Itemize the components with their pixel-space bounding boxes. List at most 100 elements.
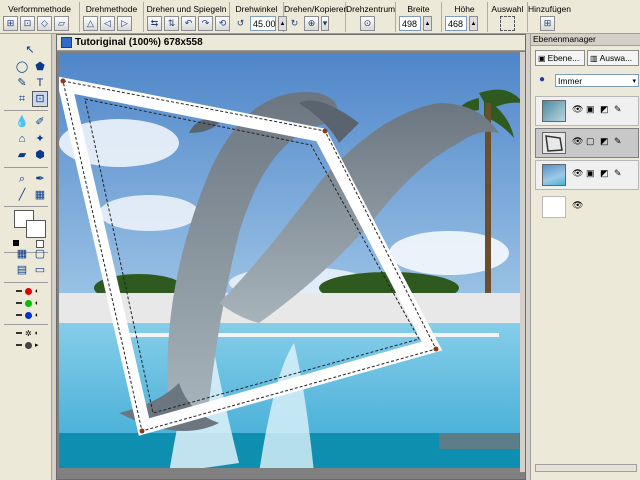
channel-blue-row[interactable]: ◐	[16, 310, 46, 320]
stamp-tool-icon[interactable]: ⌂	[14, 131, 30, 147]
selection-icon[interactable]	[500, 16, 515, 31]
visibility-eye-icon[interactable]: 👁	[572, 105, 583, 114]
tools-divider	[4, 206, 48, 207]
lasso-tool-icon[interactable]: ◯	[14, 59, 30, 75]
document-icon	[61, 37, 72, 48]
blend-mode-select[interactable]: Immer ▾	[555, 74, 639, 87]
shape-tool-icon[interactable]: ⬟	[32, 59, 48, 75]
layer-row-selected[interactable]: 👁 ▢ ◩ ✎	[535, 128, 639, 158]
color-picker-tool-icon[interactable]: ✒	[32, 171, 48, 187]
layer-mask-icon[interactable]: ◩	[600, 105, 609, 114]
rotate-method-a-icon[interactable]: △	[83, 16, 98, 31]
deform-perspective-icon[interactable]: ◇	[37, 16, 52, 31]
rotate-ccw-icon[interactable]: ↺	[233, 16, 248, 31]
line-tool-icon[interactable]: ╱	[14, 187, 30, 203]
rotate-method-b-icon[interactable]: ◁	[100, 16, 115, 31]
height-spinner[interactable]: ▲	[469, 16, 478, 31]
link-view-icon[interactable]: ▭	[32, 262, 48, 278]
rotate-left-icon[interactable]: ↶	[181, 16, 196, 31]
add-selection-icon[interactable]: ⊞	[540, 16, 555, 31]
width-spinner[interactable]: ▲	[423, 16, 432, 31]
selection-tab[interactable]: ▥ Auswa...	[587, 50, 639, 66]
visibility-eye-icon[interactable]: 👁	[572, 169, 583, 178]
deform-method-label: Verformmethode	[8, 4, 71, 14]
width-input[interactable]: 498	[399, 16, 421, 31]
selection-label: Auswahl	[491, 4, 524, 14]
zoom-tool-icon[interactable]: ⌕	[14, 171, 30, 187]
rotate-center-icon[interactable]: ⊙	[360, 16, 375, 31]
crop-tool-icon[interactable]: ⌗	[14, 91, 30, 107]
layer-mask-icon[interactable]: ◩	[600, 137, 609, 146]
height-label: Höhe	[454, 4, 475, 14]
layer-thumbnail	[542, 132, 566, 154]
tools-divider	[4, 167, 48, 168]
layer-style-icon[interactable]: ✎	[614, 169, 622, 178]
lock-icon[interactable]: ▣	[586, 169, 595, 178]
flip-horizontal-icon[interactable]: ⇆	[147, 16, 162, 31]
chevron-down-icon: ▾	[632, 77, 636, 85]
rotate-180-icon[interactable]: ⟲	[215, 16, 230, 31]
layer-mask-icon[interactable]: ◩	[600, 169, 609, 178]
rotate-copy-label: Drehen/Kopieren	[284, 4, 349, 14]
blend-mode-value: Immer	[558, 75, 583, 86]
lock-icon[interactable]: ▢	[586, 137, 595, 146]
lock-icon[interactable]: ▣	[586, 105, 595, 114]
preview-icon[interactable]: ▤	[14, 262, 30, 278]
image-canvas[interactable]	[59, 53, 523, 468]
rotate-copy-icon[interactable]: ⊕	[304, 16, 319, 31]
rotate-angle-input[interactable]: 45.00	[250, 16, 276, 31]
channel-green-row[interactable]: ◐	[16, 298, 46, 308]
rotate-apply-icon[interactable]: ↻	[287, 16, 302, 31]
flip-vertical-icon[interactable]: ⇅	[164, 16, 179, 31]
layer-row[interactable]: 👁	[535, 192, 639, 222]
rotate-right-icon[interactable]: ↷	[198, 16, 213, 31]
rotate-angle-label: Drehwinkel	[235, 4, 278, 14]
dropper-tool-icon[interactable]: 💧	[14, 114, 30, 130]
rotate-method-c-icon[interactable]: ▷	[117, 16, 132, 31]
visibility-eye-icon[interactable]: 👁	[572, 137, 583, 146]
layer-style-icon[interactable]: ✎	[614, 137, 622, 146]
channel-alpha-row[interactable]: ✲ ◐	[16, 328, 46, 338]
vertical-scrollbar[interactable]	[520, 52, 525, 472]
rotate-angle-group: Drehwinkel ↺ 45.00 ▲	[230, 2, 287, 32]
eraser-tool-icon[interactable]: ▰	[14, 147, 30, 163]
text-tool-icon[interactable]: T	[32, 75, 48, 91]
layer-thumbnail	[542, 164, 566, 186]
layer-eye-mode-icon: ●	[539, 74, 546, 85]
dolphin-photo	[59, 53, 523, 468]
rotate-method-label: Drehmethode	[85, 4, 138, 14]
layer-manager-panel: Ebenenmanager ▣ Ebene... ▥ Auswa... ● Im…	[530, 34, 640, 480]
rotate-copy-group: Drehen/Kopieren ↻ ⊕ ▾	[284, 2, 349, 32]
selection-tab-label: Auswa...	[599, 53, 633, 63]
document-window: Tutoriginal (100%) 678x558	[56, 34, 526, 480]
rotate-copy-dropdown-icon[interactable]: ▾	[321, 16, 329, 31]
deform-free-icon[interactable]: ⊞	[3, 16, 18, 31]
path-tool-icon[interactable]: ✎	[14, 75, 30, 91]
document-titlebar[interactable]: Tutoriginal (100%) 678x558	[57, 35, 525, 51]
background-color-swatch[interactable]	[26, 220, 46, 238]
add-group: Hinzufügen ⊞	[528, 2, 571, 32]
deform-distort-icon[interactable]: ▱	[54, 16, 69, 31]
layers-tab-label: Ebene...	[547, 53, 580, 63]
frame-view-icon[interactable]: ▢	[32, 246, 48, 262]
brush-tool-icon[interactable]: ✐	[32, 114, 48, 130]
channel-mask-row[interactable]: ▸	[16, 340, 46, 350]
fill-tool-icon[interactable]: ⬢	[32, 147, 48, 163]
grid-view-icon[interactable]: ▦	[14, 246, 30, 262]
tools-panel: ↖ ◯ ⬟ ✎ T ⌗ ⊡ 💧 ✐ ⌂ ✦ ▰ ⬢ ⌕ ✒ ╱ ▦ ▦ ▢ ▤ …	[0, 34, 52, 480]
layer-panel-scrollbar[interactable]	[535, 464, 637, 472]
height-input[interactable]: 468	[445, 16, 467, 31]
magic-wand-tool-icon[interactable]: ✦	[32, 131, 48, 147]
deform-skew-icon[interactable]: ⊡	[20, 16, 35, 31]
gradient-tool-icon[interactable]: ▦	[32, 187, 48, 203]
transform-tool-icon[interactable]: ⊡	[32, 91, 48, 107]
layer-row[interactable]: 👁 ▣ ◩ ✎	[535, 160, 639, 190]
pointer-tool-icon[interactable]: ↖	[22, 42, 38, 58]
layers-tab[interactable]: ▣ Ebene...	[535, 50, 585, 66]
layer-style-icon[interactable]: ✎	[614, 105, 622, 114]
layer-row[interactable]: 👁 ▣ ◩ ✎	[535, 96, 639, 126]
tools-divider	[4, 110, 48, 111]
document-title: Tutoriginal (100%) 678x558	[75, 37, 203, 48]
channel-red-row[interactable]: ◐	[16, 286, 46, 296]
visibility-eye-icon[interactable]: 👁	[572, 201, 583, 210]
